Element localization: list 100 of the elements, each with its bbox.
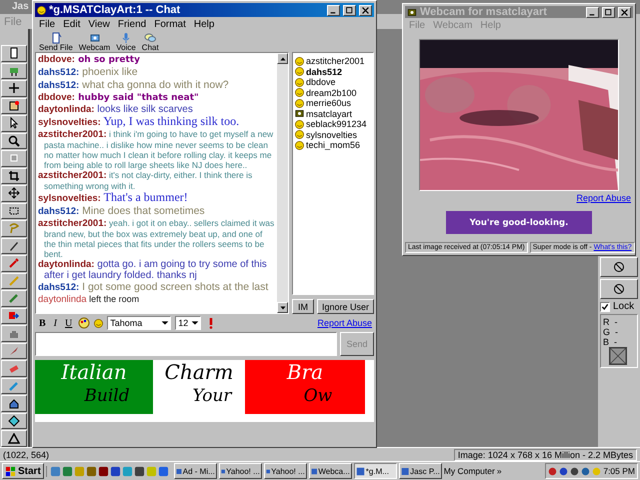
- user-action-button[interactable]: Ignore User: [317, 299, 374, 314]
- event-message: daytonlinda left the room: [38, 294, 140, 305]
- format-button[interactable]: B: [37, 318, 48, 328]
- format-button[interactable]: I: [52, 318, 60, 328]
- speech-bubbles-icon: [142, 32, 158, 44]
- close-button[interactable]: [359, 4, 372, 16]
- report-abuse-link[interactable]: Report Abuse: [317, 318, 372, 328]
- app-icon: [110, 466, 121, 476]
- size-select[interactable]: 12: [175, 316, 202, 330]
- scroll-up-button[interactable]: [277, 53, 288, 64]
- tool-button[interactable]: [1, 185, 27, 202]
- tool-button[interactable]: [1, 430, 27, 447]
- window-icon: [356, 466, 365, 476]
- tool-button[interactable]: [1, 325, 27, 342]
- tool-button[interactable]: [1, 220, 27, 237]
- image-info: Image: 1024 x 768 x 16 Million - 2.2 MBytes: [454, 448, 637, 460]
- address-label[interactable]: My Computer: [444, 466, 495, 476]
- scroll-down-button[interactable]: [277, 302, 288, 313]
- maximize-button[interactable]: [343, 4, 356, 16]
- tool-button[interactable]: [1, 308, 27, 324]
- menu-item[interactable]: Help: [194, 19, 214, 30]
- taskbar-button[interactable]: Yahoo! ...: [264, 463, 307, 479]
- user-name[interactable]: azstitcher2001: [306, 56, 365, 66]
- taskbar-button[interactable]: Jasc P...: [398, 463, 442, 479]
- user-name[interactable]: dahs512: [306, 66, 342, 77]
- smiley-icon: [295, 67, 304, 76]
- user-name[interactable]: sylsnovelties: [306, 130, 358, 140]
- close-button[interactable]: [618, 6, 631, 18]
- chat-message: dahs512: Mine does that sometimes: [38, 205, 206, 218]
- down-arrow-icon: [280, 304, 286, 310]
- user-name[interactable]: dbdove: [306, 77, 336, 88]
- tool-button[interactable]: [600, 279, 638, 299]
- channel-reading: R -: [603, 317, 618, 327]
- app-icon: [50, 466, 61, 476]
- maximize-button[interactable]: [602, 6, 615, 18]
- tool-button[interactable]: [1, 378, 27, 394]
- eraser-icon: [8, 362, 20, 375]
- app-icon: [134, 466, 145, 476]
- toolbar-button[interactable]: Chat: [142, 32, 159, 52]
- tool-button[interactable]: [1, 45, 27, 62]
- tool-button[interactable]: [1, 62, 27, 80]
- user-action-button[interactable]: IM: [292, 299, 314, 314]
- square-icon: [8, 152, 20, 164]
- user-name[interactable]: dream2b100: [306, 88, 357, 98]
- tool-button[interactable]: [1, 290, 27, 307]
- tool-button[interactable]: [1, 168, 27, 184]
- tool-button[interactable]: [1, 272, 27, 290]
- toolbar-button[interactable]: Send File: [39, 32, 73, 52]
- minimize-button[interactable]: [586, 6, 599, 18]
- tool-button[interactable]: [1, 238, 27, 254]
- tool-button[interactable]: [1, 80, 27, 97]
- tool-button[interactable]: [1, 395, 27, 412]
- user-name[interactable]: seblack991234: [306, 119, 367, 130]
- start-button[interactable]: Start: [2, 463, 44, 479]
- brush-icon: [8, 380, 20, 392]
- format-button[interactable]: U: [63, 318, 74, 328]
- banner-ad[interactable]: Italian Build Charm Your Bra Ow: [35, 360, 374, 422]
- menu-item[interactable]: View: [88, 19, 110, 30]
- smiley-icon: [295, 56, 304, 66]
- tool-button[interactable]: [1, 132, 27, 150]
- palette-icon: [78, 317, 90, 329]
- brush-icon: [8, 274, 20, 287]
- chat-message: daytonlinda: looks like silk scarves: [38, 104, 194, 115]
- toolbar-button[interactable]: Voice: [116, 32, 136, 52]
- maximize-icon: [346, 6, 353, 14]
- app-icon: [62, 466, 73, 476]
- taskbar-button[interactable]: Yahoo! ...: [218, 463, 262, 479]
- tool-button[interactable]: [600, 257, 638, 277]
- tool-button[interactable]: [1, 412, 27, 430]
- toolbar-button[interactable]: Webcam: [78, 32, 110, 52]
- tool-button[interactable]: [1, 115, 27, 132]
- app-icon: [86, 466, 97, 476]
- taskbar-button[interactable]: Ad - Mi...: [174, 463, 217, 479]
- message-input[interactable]: [35, 332, 337, 356]
- tool-button[interactable]: [1, 342, 27, 360]
- taskbar-button[interactable]: Webca...: [308, 463, 352, 479]
- minimize-button[interactable]: [327, 4, 340, 16]
- window-icon: [266, 466, 270, 476]
- smiley-icon: [295, 98, 304, 108]
- tool-button[interactable]: [1, 202, 27, 220]
- taskbar-button[interactable]: *g.M...: [354, 463, 397, 479]
- chevron[interactable]: »: [496, 466, 502, 476]
- menu-item[interactable]: Edit: [63, 19, 80, 30]
- scrollbar[interactable]: [277, 53, 288, 313]
- checkbox[interactable]: [600, 302, 610, 312]
- tool-button[interactable]: [1, 255, 27, 272]
- tool-button[interactable]: [1, 150, 27, 167]
- report-abuse-link[interactable]: Report Abuse: [576, 193, 631, 203]
- tool-button[interactable]: [1, 360, 27, 377]
- tool-button[interactable]: [1, 98, 27, 114]
- ad-banner[interactable]: You're good-looking.: [446, 211, 592, 234]
- user-name[interactable]: merrie60us: [306, 98, 352, 108]
- user-name[interactable]: techi_mom56: [306, 140, 360, 150]
- menu-item[interactable]: Friend: [118, 19, 146, 30]
- font-select[interactable]: Tahoma: [107, 316, 172, 330]
- brush-icon: [8, 292, 20, 304]
- user-name[interactable]: msatclayart: [306, 108, 352, 119]
- menu-item[interactable]: File: [39, 19, 56, 30]
- up-arrow-icon: [280, 56, 286, 62]
- menu-item[interactable]: Format: [154, 19, 186, 30]
